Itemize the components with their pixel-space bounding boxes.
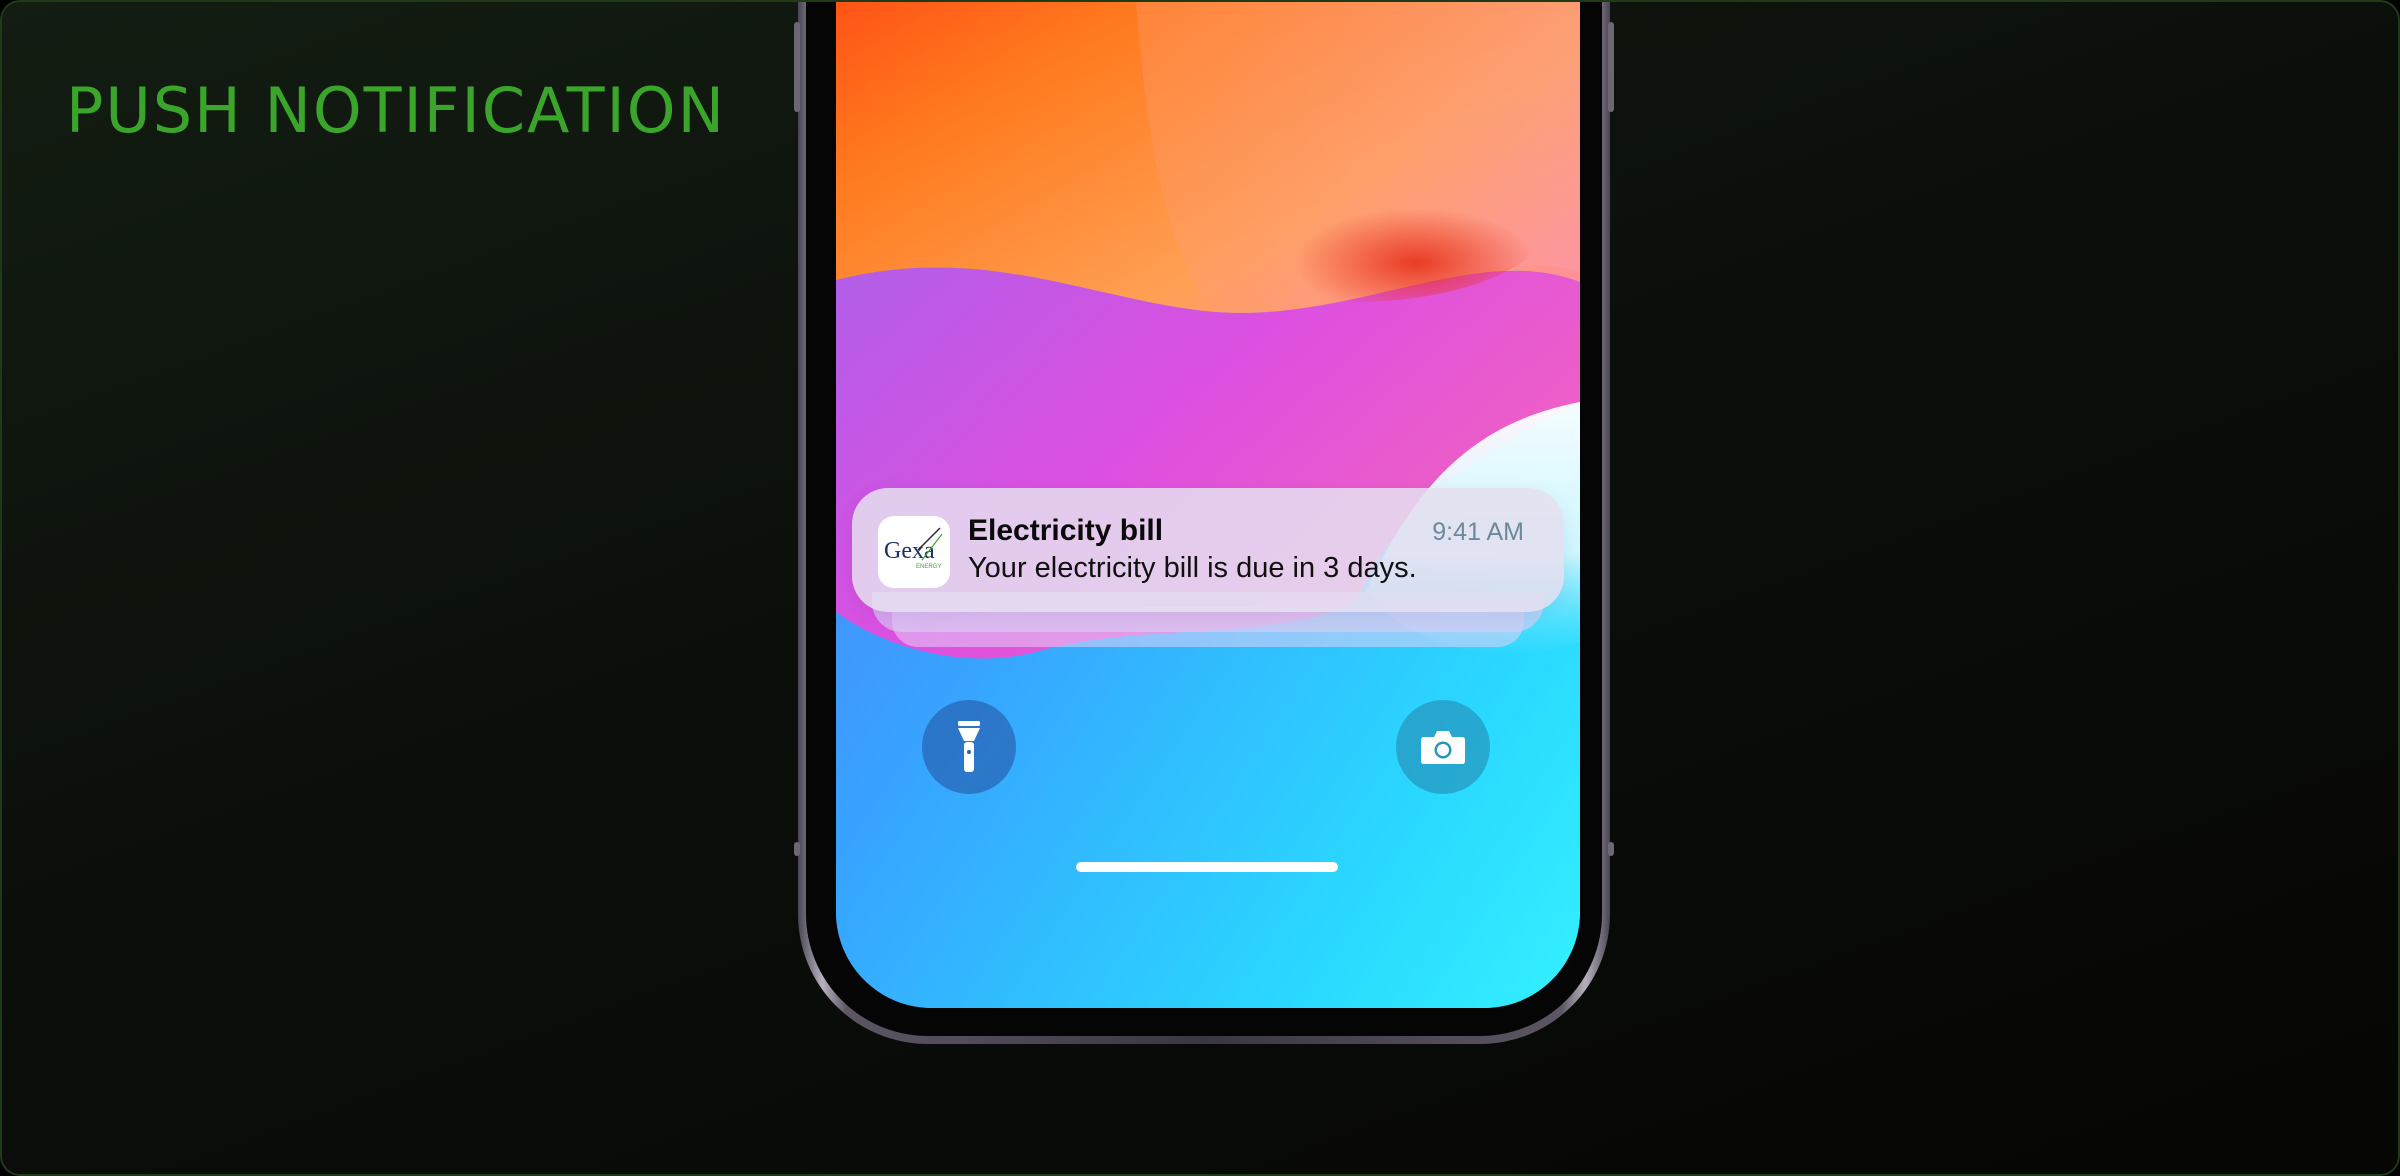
lock-screen: Gexa ENERGY Electricity bill 9:41 AM You… xyxy=(836,2,1580,1008)
side-button-right xyxy=(1608,22,1614,112)
app-icon-subtext: ENERGY xyxy=(916,564,941,570)
notification-time: 9:41 AM xyxy=(1432,518,1524,546)
notification-title: Electricity bill xyxy=(968,514,1164,547)
canvas: PUSH NOTIFICATION Gexa ENERGY Electricit… xyxy=(0,0,2400,1176)
flashlight-button[interactable] xyxy=(922,700,1016,794)
home-indicator[interactable] xyxy=(1076,862,1338,872)
gexa-energy-logo-icon: Gexa ENERGY xyxy=(878,516,950,588)
phone-bezel: Gexa ENERGY Electricity bill 9:41 AM You… xyxy=(806,2,1602,1036)
flashlight-icon xyxy=(958,721,980,772)
camera-button[interactable] xyxy=(1396,700,1490,794)
notification-body: Your electricity bill is due in 3 days. xyxy=(968,552,1417,584)
side-notch-left xyxy=(794,842,800,856)
camera-icon xyxy=(1421,731,1465,764)
side-button-left xyxy=(794,22,800,112)
side-notch-right xyxy=(1608,842,1614,856)
push-notification[interactable]: Gexa ENERGY Electricity bill 9:41 AM You… xyxy=(852,488,1564,612)
app-icon-text: Gexa xyxy=(884,538,935,564)
phone-frame: Gexa ENERGY Electricity bill 9:41 AM You… xyxy=(794,2,1614,1044)
page-title: PUSH NOTIFICATION xyxy=(66,74,726,147)
